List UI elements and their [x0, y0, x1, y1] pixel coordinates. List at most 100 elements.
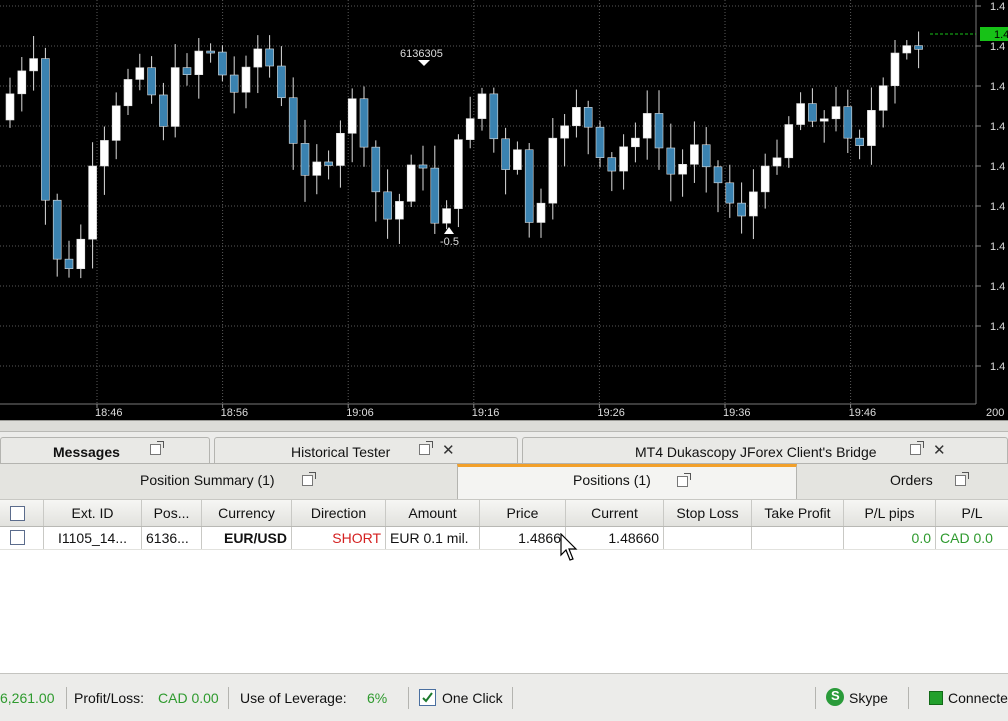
candle — [371, 146, 381, 193]
cell-direction: SHORT — [292, 527, 386, 549]
candle — [5, 93, 15, 121]
tab-position-summary-label: Position Summary (1) — [140, 472, 275, 488]
tab-positions[interactable]: Positions (1) — [457, 464, 797, 499]
candle — [737, 202, 746, 217]
candle — [725, 182, 735, 204]
candle — [359, 98, 369, 148]
header-current[interactable]: Current — [566, 500, 664, 526]
time-axis-label: 18:46 — [95, 407, 123, 419]
axis-corner-label: 200 — [986, 407, 1004, 419]
candle — [524, 149, 534, 223]
candlestick-chart[interactable]: 1.41.41.41.41.41.41.41.41.41.4 18:46 18:5… — [0, 0, 1008, 420]
header-ext-id[interactable]: Ext. ID — [44, 500, 142, 526]
header-position[interactable]: Pos... — [142, 500, 202, 526]
candle — [465, 118, 475, 140]
header-direction[interactable]: Direction — [292, 500, 386, 526]
candle — [583, 107, 593, 128]
header-stop-loss[interactable]: Stop Loss — [664, 500, 752, 526]
header-price[interactable]: Price — [480, 500, 566, 526]
candle — [536, 202, 546, 223]
candle — [324, 161, 333, 166]
cell-pl: CAD 0.0 — [940, 530, 993, 546]
candle — [690, 144, 699, 165]
undock-icon[interactable] — [150, 441, 164, 455]
undock-icon[interactable] — [419, 441, 433, 455]
candle — [170, 67, 180, 127]
panel-splitter[interactable] — [0, 420, 1008, 432]
candle — [867, 110, 876, 146]
price-axis-label: 1.4 — [990, 201, 1005, 213]
skype-label[interactable]: Skype — [849, 690, 888, 706]
cell-pl-pips: 0.0 — [844, 527, 936, 549]
tab-orders[interactable]: Orders — [798, 464, 1008, 499]
candle — [513, 149, 522, 170]
candle — [111, 105, 121, 141]
one-click-label[interactable]: One Click — [442, 690, 503, 706]
candle — [229, 74, 239, 93]
candle — [347, 98, 357, 134]
status-bar: 6,261.00 Profit/Loss: CAD 0.00 Use of Le… — [0, 673, 1008, 721]
tab-messages[interactable]: Messages — [0, 437, 210, 463]
mouse-cursor-icon — [560, 533, 578, 561]
candle — [206, 50, 215, 54]
candle — [654, 113, 664, 149]
row-select[interactable] — [0, 527, 44, 549]
candle — [241, 66, 251, 93]
cell-stop-loss[interactable] — [664, 527, 752, 549]
table-row[interactable]: I1105_14... 6136... EUR/USD SHORT EUR 0.… — [0, 527, 1008, 550]
candle — [277, 65, 286, 99]
candle — [572, 107, 581, 127]
time-axis-label: 18:56 — [221, 407, 249, 419]
tab-orders-label: Orders — [890, 472, 933, 488]
order-id-annotation: 6136305 — [400, 48, 443, 60]
candle — [713, 166, 723, 184]
candle — [489, 93, 499, 140]
one-click-checkbox[interactable] — [419, 689, 436, 706]
candle — [253, 48, 263, 68]
candle — [29, 58, 38, 72]
header-select-all[interactable] — [0, 500, 44, 526]
tab-messages-label: Messages — [53, 444, 120, 460]
close-icon[interactable]: ✕ — [933, 441, 946, 459]
header-amount[interactable]: Amount — [386, 500, 480, 526]
select-all-checkbox[interactable] — [10, 506, 25, 521]
connection-status-label: Connecte — [948, 690, 1008, 706]
undock-icon[interactable] — [677, 473, 691, 487]
undock-icon[interactable] — [910, 441, 924, 455]
candle — [666, 147, 676, 175]
candle — [595, 126, 605, 158]
undock-icon[interactable] — [302, 472, 316, 486]
header-pl[interactable]: P/L — [936, 500, 1008, 526]
candle — [418, 164, 428, 169]
candle — [100, 140, 109, 167]
candle — [607, 157, 617, 172]
price-axis-label: 1.4 — [990, 281, 1005, 293]
candle — [265, 48, 274, 67]
row-checkbox[interactable] — [10, 530, 25, 545]
candle — [406, 164, 416, 202]
candle — [878, 85, 888, 111]
skype-icon[interactable]: S — [826, 688, 844, 706]
undock-icon[interactable] — [955, 472, 969, 486]
header-currency[interactable]: Currency — [202, 500, 292, 526]
candle — [560, 125, 569, 139]
close-icon[interactable]: ✕ — [442, 441, 455, 459]
profit-loss-value: CAD 0.00 — [158, 690, 219, 706]
cell-take-profit[interactable] — [752, 527, 844, 549]
price-axis-label: 1.4 — [990, 241, 1005, 253]
tab-historical-tester[interactable]: Historical Tester ✕ — [214, 437, 518, 463]
time-axis-label: 19:46 — [849, 407, 877, 419]
candle — [17, 70, 27, 95]
price-axis-label: 1.4 — [990, 81, 1005, 93]
candle — [159, 94, 168, 127]
candle — [383, 191, 392, 220]
candle — [843, 106, 853, 139]
positions-table: Ext. ID Pos... Currency Direction Amount… — [0, 499, 1008, 674]
tab-position-summary[interactable]: Position Summary (1) — [0, 464, 456, 499]
header-pl-pips[interactable]: P/L pips — [844, 500, 936, 526]
price-axis-label: 1.4 — [990, 361, 1005, 373]
candle — [642, 113, 652, 139]
header-take-profit[interactable]: Take Profit — [752, 500, 844, 526]
price-chart[interactable]: 1.4 1.4 1.4 1.4 1.4 1.4 1.4 1.4 1.4 1.4 18:46 18:5… — [0, 0, 1008, 420]
tab-client-bridge[interactable]: MT4 Dukascopy JForex Client's Bridge ✕ — [522, 437, 1008, 463]
